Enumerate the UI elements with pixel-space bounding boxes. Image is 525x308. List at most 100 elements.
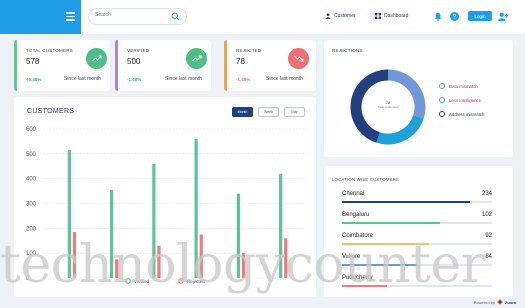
stat-value: 578 xyxy=(26,57,40,66)
y-tick-label: 400 xyxy=(26,177,37,183)
customer-link[interactable]: Customer xyxy=(325,13,356,19)
add-user-icon[interactable] xyxy=(498,12,509,21)
location-bar-track xyxy=(342,201,492,203)
rejection-legend-item: Less Intelligence xyxy=(439,97,481,103)
y-tick-label: 100 xyxy=(26,251,37,257)
stat-value: 500 xyxy=(127,57,141,66)
stat-title: TOTAL CUSTOMERS xyxy=(26,48,73,53)
bar-verified xyxy=(194,138,198,278)
y-tick-label: 300 xyxy=(26,202,37,208)
bar-verified xyxy=(279,173,283,278)
location-name: Bengaluru xyxy=(342,212,370,218)
customer-link-label: Customer xyxy=(334,13,356,19)
location-bar-track xyxy=(342,243,492,245)
rejection-legend-item: Address mismatch xyxy=(439,111,484,117)
rejection-legend-label: Address mismatch xyxy=(449,111,485,117)
legend-rejected[interactable]: Rejected xyxy=(178,278,205,284)
location-name: Vellore xyxy=(342,254,361,260)
bar-rejected xyxy=(115,259,119,278)
trending-up-icon xyxy=(186,48,207,69)
rejections-card: REJECTIONS 78 Total customers Data misma… xyxy=(324,40,513,157)
y-tick-label: 200 xyxy=(26,226,37,232)
grid-icon xyxy=(375,13,381,19)
location-bar-track xyxy=(342,285,492,287)
location-value: 84 xyxy=(485,254,492,260)
donut-center-label: Total customers xyxy=(377,105,399,109)
search-box[interactable] xyxy=(88,8,187,25)
location-bar-track xyxy=(342,264,492,266)
legend-label: Verified xyxy=(134,278,150,284)
bar-verified xyxy=(236,193,240,278)
location-title: LOCATION WISE CUSTOMERS xyxy=(332,177,399,182)
logo-area xyxy=(0,0,81,34)
location-value: 102 xyxy=(481,212,492,218)
location-card: LOCATION WISE CUSTOMERS Chennai 234 Beng… xyxy=(324,166,513,297)
stat-subtext: Since last month xyxy=(64,76,101,82)
y-tick-label: 0 xyxy=(26,276,30,282)
stat-card-rejected: REJECTED 78 -1.48% Since last month xyxy=(224,40,316,91)
footer: Powered by Zuora xyxy=(474,299,516,305)
legend-label: Rejected xyxy=(187,278,205,284)
stat-subtext: Since last month xyxy=(266,76,303,82)
customers-bar-chart: 0 100 200 300 400 500 600 xyxy=(26,127,306,282)
trending-down-icon xyxy=(288,48,309,69)
dashboard-app: Customer Dashboard ? Login TOTAL CUSTOME… xyxy=(0,0,525,308)
legend-ring-icon xyxy=(439,111,445,117)
stat-value: 78 xyxy=(236,57,245,66)
stat-card-verified: VERIFIED 500 -1.48% Since last month xyxy=(115,40,211,91)
location-bar xyxy=(342,222,440,224)
search-input[interactable] xyxy=(95,12,169,18)
location-bar-track xyxy=(342,222,492,224)
location-bar xyxy=(342,264,417,266)
bell-icon[interactable] xyxy=(434,12,442,21)
donut-slice xyxy=(387,69,426,119)
stat-title: VERIFIED xyxy=(127,48,150,53)
y-tick-label: 500 xyxy=(26,152,37,158)
location-bar xyxy=(342,243,429,245)
footer-label: Powered by xyxy=(473,299,495,305)
svg-text:?: ? xyxy=(453,14,457,21)
stat-change: +0.48% xyxy=(26,77,42,82)
bar-verified xyxy=(152,163,156,278)
location-name: Puducherry xyxy=(342,275,373,281)
help-icon[interactable]: ? xyxy=(450,12,459,21)
location-name: Chennai xyxy=(342,191,365,197)
bar-rejected xyxy=(199,234,203,278)
rejection-legend-label: Data mismatch xyxy=(449,83,478,89)
location-bar xyxy=(342,201,470,203)
bar-verified xyxy=(67,150,71,278)
rejection-legend-item: Data mismatch xyxy=(439,83,478,89)
bar-verified xyxy=(110,189,114,278)
location-value: 92 xyxy=(485,233,492,239)
stat-title: REJECTED xyxy=(236,48,262,53)
bar-rejected xyxy=(72,232,77,278)
location-bar xyxy=(342,285,387,287)
stat-change: -1.48% xyxy=(127,77,142,82)
search-icon[interactable] xyxy=(171,12,180,21)
login-button[interactable]: Login xyxy=(468,11,492,21)
legend-verified[interactable]: Verified xyxy=(125,278,149,284)
location-value: 234 xyxy=(481,191,492,197)
donut-slice xyxy=(376,114,424,145)
y-tick-label: 600 xyxy=(26,127,37,133)
location-name: Coimbatore xyxy=(342,233,374,239)
rejection-legend-label: Less Intelligence xyxy=(449,97,482,103)
legend-ring-icon xyxy=(439,83,445,89)
bar-rejected xyxy=(241,253,246,278)
customers-chart-card: CUSTOMERS Month Week Day 0 100 200 300 400 50… xyxy=(14,97,316,297)
bar-rejected xyxy=(284,238,288,278)
legend-marker-icon xyxy=(125,278,131,284)
dashboard-link[interactable]: Dashboard xyxy=(375,13,408,19)
top-header: Customer Dashboard ? Login xyxy=(0,0,525,34)
menu-icon[interactable] xyxy=(66,12,75,23)
legend-ring-icon xyxy=(439,97,445,103)
dashboard-link-label: Dashboard xyxy=(384,13,409,19)
bar-rejected xyxy=(157,245,161,278)
brand-logo-icon xyxy=(496,299,503,305)
donut-center: 78 Total customers xyxy=(368,100,408,109)
footer-brand: Zuora xyxy=(504,299,516,305)
legend-marker-icon xyxy=(178,278,184,284)
stat-subtext: Since last month xyxy=(165,76,202,82)
stat-card-total: TOTAL CUSTOMERS 578 +0.48% Since last mo… xyxy=(14,40,110,91)
trending-up-icon xyxy=(86,48,107,69)
